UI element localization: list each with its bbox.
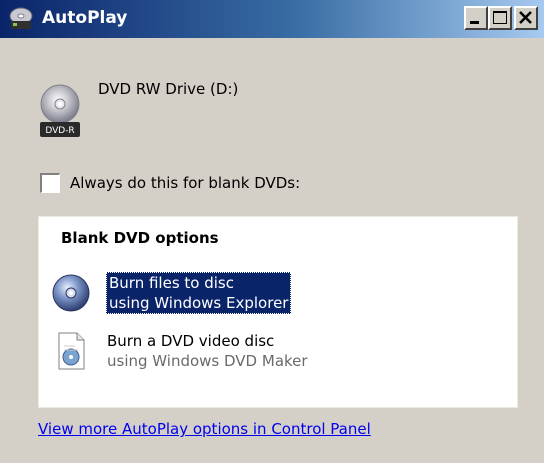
- window-title: AutoPlay: [42, 8, 128, 28]
- option-burn-dvd-video-subtitle: using Windows DVD Maker: [107, 352, 308, 370]
- close-button[interactable]: [514, 6, 538, 30]
- options-title: Blank DVD options: [61, 229, 219, 247]
- autoplay-icon: [8, 7, 34, 31]
- option-burn-files-subtitle: using Windows Explorer: [109, 294, 289, 312]
- dvd-maker-icon: [51, 331, 91, 371]
- always-do-this-checkbox[interactable]: [40, 173, 60, 193]
- option-burn-dvd-video-title: Burn a DVD video disc: [107, 332, 275, 350]
- autoplay-window: AutoPlay DVD-R DVD RW Drive (D:) Always …: [0, 0, 544, 463]
- option-burn-files[interactable]: Burn files to disc using Windows Explore…: [39, 269, 517, 317]
- minimize-button[interactable]: [464, 6, 488, 30]
- dvd-drive-icon: DVD-R: [38, 80, 82, 140]
- maximize-icon: [493, 11, 507, 24]
- drive-label: DVD RW Drive (D:): [98, 80, 239, 98]
- minimize-icon: [470, 21, 479, 24]
- control-panel-link[interactable]: View more AutoPlay options in Control Pa…: [38, 420, 371, 438]
- option-burn-files-title: Burn files to disc: [109, 274, 234, 292]
- option-burn-dvd-video-text[interactable]: Burn a DVD video disc using Windows DVD …: [107, 331, 308, 371]
- disc-burn-icon: [51, 273, 91, 313]
- blank-dvd-options-panel: Blank DVD options Burn files to disc usi…: [38, 216, 518, 408]
- dvd-badge-text: DVD-R: [45, 126, 74, 136]
- maximize-button[interactable]: [488, 6, 512, 30]
- title-bar[interactable]: AutoPlay: [0, 0, 544, 38]
- option-burn-files-text[interactable]: Burn files to disc using Windows Explore…: [106, 272, 292, 314]
- option-burn-dvd-video[interactable]: Burn a DVD video disc using Windows DVD …: [39, 327, 517, 375]
- always-do-this-label[interactable]: Always do this for blank DVDs:: [70, 174, 300, 192]
- close-icon: [519, 11, 532, 24]
